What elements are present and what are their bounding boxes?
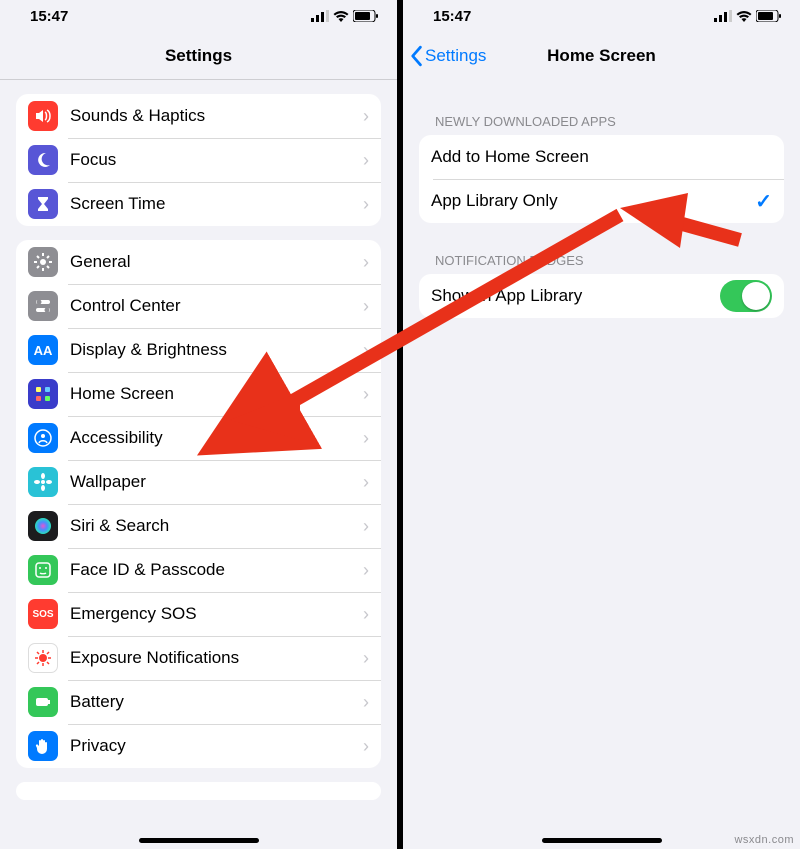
battery-icon [756, 10, 782, 22]
phone-homescreen-settings: 15:47 Settings Home Screen NEWLY DOWNLOA… [400, 0, 800, 849]
row-label: Siri & Search [70, 516, 357, 536]
row-label: Sounds & Haptics [70, 106, 357, 126]
row-general[interactable]: General › [16, 240, 381, 284]
status-time: 15:47 [30, 8, 68, 25]
row-label: Focus [70, 150, 357, 170]
row-label: Exposure Notifications [70, 648, 357, 668]
sounds-icon [28, 101, 58, 131]
row-addhome[interactable]: Add to Home Screen [419, 135, 784, 179]
status-bar: 15:47 [0, 0, 397, 32]
row-sos[interactable]: SOS Emergency SOS › [16, 592, 381, 636]
row-privacy[interactable]: Privacy › [16, 724, 381, 768]
section-header-notification-badges: NOTIFICATION BADGES [419, 253, 784, 274]
row-display[interactable]: AA Display & Brightness › [16, 328, 381, 372]
watermark: wsxdn.com [734, 834, 794, 846]
row-label: Wallpaper [70, 472, 357, 492]
back-button[interactable]: Settings [409, 32, 486, 80]
chevron-right-icon: › [363, 106, 369, 127]
row-label: Emergency SOS [70, 604, 357, 624]
screentime-icon [28, 189, 58, 219]
row-sounds[interactable]: Sounds & Haptics › [16, 94, 381, 138]
display-icon: AA [28, 335, 58, 365]
row-applib[interactable]: App Library Only✓ [419, 179, 784, 223]
row-label: Display & Brightness [70, 340, 357, 360]
row-exposure[interactable]: Exposure Notifications › [16, 636, 381, 680]
phone-settings: 15:47 Settings Sounds & Haptics›Focus›Sc… [0, 0, 400, 849]
row-homescreen[interactable]: Home Screen › [16, 372, 381, 416]
exposure-icon [28, 643, 58, 673]
status-icons [311, 10, 379, 22]
siri-icon [28, 511, 58, 541]
chevron-right-icon: › [363, 428, 369, 449]
row-accessibility[interactable]: Accessibility › [16, 416, 381, 460]
section-header-newly-downloaded: NEWLY DOWNLOADED APPS [419, 114, 784, 135]
row-siri[interactable]: Siri & Search › [16, 504, 381, 548]
row-battery[interactable]: Battery › [16, 680, 381, 724]
cellular-icon [311, 10, 329, 22]
settings-group-2: General › Control Center › AA Display & Brigh… [16, 240, 381, 768]
focus-icon [28, 145, 58, 175]
chevron-right-icon: › [363, 340, 369, 361]
row-label: Control Center [70, 296, 357, 316]
controlcenter-icon [28, 291, 58, 321]
privacy-icon [28, 731, 58, 761]
status-time: 15:47 [433, 8, 471, 25]
page-title: Settings [165, 46, 232, 66]
row-faceid[interactable]: Face ID & Passcode › [16, 548, 381, 592]
navbar: Settings Home Screen [403, 32, 800, 80]
chevron-right-icon: › [363, 252, 369, 273]
settings-group-3-peek [16, 782, 381, 800]
homescreen-icon [28, 379, 58, 409]
chevron-right-icon: › [363, 384, 369, 405]
navbar: Settings [0, 32, 397, 80]
wifi-icon [333, 10, 349, 22]
checkmark-icon: ✓ [755, 189, 772, 214]
row-label: Accessibility [70, 428, 357, 448]
toggle-show-in-app-library[interactable] [720, 280, 772, 312]
home-indicator[interactable] [139, 838, 259, 843]
row-focus[interactable]: Focus › [16, 138, 381, 182]
chevron-right-icon: › [363, 560, 369, 581]
row-label: Show in App Library [431, 286, 720, 306]
battery-icon [28, 687, 58, 717]
row-label: Face ID & Passcode [70, 560, 357, 580]
row-label: Home Screen [70, 384, 357, 404]
chevron-right-icon: › [363, 296, 369, 317]
row-screentime[interactable]: Screen Time › [16, 182, 381, 226]
chevron-right-icon: › [363, 736, 369, 757]
settings-group-1: Sounds & Haptics › Focus › Screen Time › [16, 94, 381, 226]
cellular-icon [714, 10, 732, 22]
row-label: Screen Time [70, 194, 357, 214]
status-icons [714, 10, 782, 22]
status-bar: 15:47 [403, 0, 800, 32]
row-wallpaper[interactable]: Wallpaper › [16, 460, 381, 504]
chevron-right-icon: › [363, 516, 369, 537]
wallpaper-icon [28, 467, 58, 497]
page-title: Home Screen [547, 46, 656, 66]
row-show-in-app-library[interactable]: Show in App Library [419, 274, 784, 318]
chevron-right-icon: › [363, 648, 369, 669]
chevron-left-icon [409, 45, 423, 67]
homescreen-settings-list[interactable]: NEWLY DOWNLOADED APPS Add to Home Screen… [403, 80, 800, 849]
row-label: Add to Home Screen [431, 147, 772, 167]
back-label: Settings [425, 46, 486, 66]
chevron-right-icon: › [363, 604, 369, 625]
row-label: General [70, 252, 357, 272]
home-indicator[interactable] [542, 838, 662, 843]
accessibility-icon [28, 423, 58, 453]
chevron-right-icon: › [363, 692, 369, 713]
chevron-right-icon: › [363, 194, 369, 215]
row-label: Privacy [70, 736, 357, 756]
wifi-icon [736, 10, 752, 22]
battery-icon [353, 10, 379, 22]
chevron-right-icon: › [363, 150, 369, 171]
chevron-right-icon: › [363, 472, 369, 493]
row-controlcenter[interactable]: Control Center › [16, 284, 381, 328]
row-label: Battery [70, 692, 357, 712]
settings-list[interactable]: Sounds & Haptics › Focus › Screen Time › Gene… [0, 80, 397, 849]
faceid-icon [28, 555, 58, 585]
general-icon [28, 247, 58, 277]
sos-icon: SOS [28, 599, 58, 629]
row-label: App Library Only [431, 191, 755, 211]
